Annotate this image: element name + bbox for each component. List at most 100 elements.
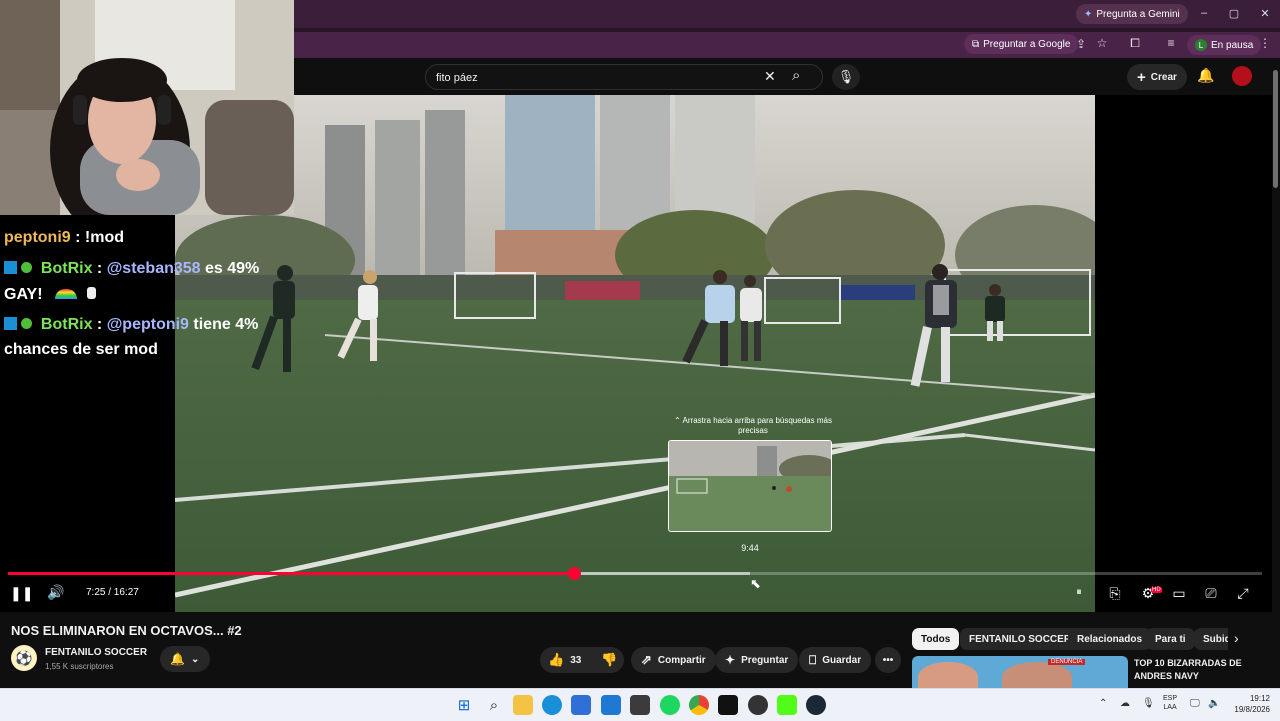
subscription-bell-button[interactable]: 🔔 ⌄: [160, 646, 210, 672]
spotify-icon[interactable]: [660, 695, 680, 715]
save-button[interactable]: ⎕ Guardar: [799, 647, 872, 673]
search-taskbar-icon[interactable]: ⌕: [484, 695, 504, 715]
channel-name[interactable]: FENTANILO SOCCER: [45, 647, 147, 658]
chips-next-icon[interactable]: ›: [1234, 630, 1239, 646]
app-icon[interactable]: [630, 695, 650, 715]
recommendation-title[interactable]: TOP 10 BIZARRADAS DE ANDRES NAVY: [1134, 657, 1264, 683]
preview-scene: [669, 441, 831, 531]
create-label: Crear: [1150, 71, 1177, 83]
search-input[interactable]: [434, 68, 758, 88]
webcam-scene: [0, 0, 294, 215]
like-button[interactable]: 👍 33: [548, 652, 581, 668]
user-avatar[interactable]: [1232, 66, 1252, 86]
microphone-icon[interactable]: 🎙: [1142, 698, 1155, 709]
network-icon[interactable]: 🖵: [1190, 698, 1200, 709]
seek-hint-text: Arrastra hacia arriba para búsquedas más…: [682, 416, 832, 435]
cast-icon[interactable]: ⎚: [1200, 585, 1222, 602]
file-explorer-icon[interactable]: [513, 695, 533, 715]
moderator-badge-icon: [4, 317, 17, 330]
video-scene: [175, 95, 1095, 612]
edge-icon[interactable]: [542, 695, 562, 715]
clear-search-icon[interactable]: ✕: [764, 68, 776, 85]
search-box[interactable]: ✕ ⌕: [425, 64, 823, 90]
ask-label: Preguntar: [741, 654, 789, 666]
share-button[interactable]: ⇗ Compartir: [631, 647, 716, 673]
kick-icon[interactable]: [777, 695, 797, 715]
chip-uploaded[interactable]: Subid: [1194, 628, 1228, 650]
chat-message: BotRix : @steban358 es 49%: [4, 260, 259, 278]
close-window-button[interactable]: ✕: [1255, 7, 1275, 20]
steam-icon[interactable]: [806, 695, 826, 715]
maximize-button[interactable]: ▢: [1224, 7, 1244, 20]
verified-badge-icon: [21, 318, 33, 329]
chip-related[interactable]: Relacionados: [1068, 628, 1152, 650]
bell-icon: 🔔: [170, 652, 185, 666]
clock[interactable]: 19:12 19/8/2026: [1226, 693, 1270, 715]
scrollbar-thumb[interactable]: [1273, 70, 1278, 188]
sparkle-icon: ✦: [725, 653, 736, 667]
subtitles-icon[interactable]: ⎘: [1104, 585, 1126, 602]
miniplayer-icon[interactable]: ▭: [1168, 585, 1190, 602]
notifications-bell-icon[interactable]: 🔔: [1197, 67, 1214, 84]
fullscreen-icon[interactable]: ⤢: [1232, 585, 1254, 602]
thumbs-up-icon: 👍: [548, 652, 565, 667]
ask-google-label: Preguntar a Google: [983, 38, 1071, 50]
like-count: 33: [570, 654, 582, 666]
seek-preview-time: 9:44: [741, 543, 759, 553]
chip-for-you[interactable]: Para ti: [1146, 628, 1195, 650]
more-actions-button[interactable]: •••: [875, 647, 901, 673]
chat-message-continued: chances de ser mod: [4, 341, 158, 359]
chrome-icon[interactable]: [689, 695, 709, 715]
outlook-icon[interactable]: [601, 695, 621, 715]
hand-emote-icon: [87, 287, 97, 299]
recommendation-thumbnail[interactable]: DENUNCIA: [912, 656, 1128, 688]
thumbs-down-icon: 👎: [601, 652, 618, 667]
menu-kebab-icon[interactable]: ⋮: [1256, 36, 1274, 50]
chat-mention: @steban358: [106, 260, 201, 277]
install-app-icon[interactable]: ⇪: [1072, 37, 1090, 51]
volume-icon[interactable]: 🔊: [45, 584, 67, 601]
media-controls-icon[interactable]: ≡: [1162, 36, 1180, 50]
autoplay-toggle-icon[interactable]: ⏸: [1068, 586, 1090, 599]
onedrive-icon[interactable]: ☁: [1120, 698, 1130, 709]
voice-search-icon[interactable]: 🎙: [832, 64, 860, 90]
chat-mention: @peptoni9: [106, 316, 189, 333]
store-icon[interactable]: [571, 695, 591, 715]
windows-start-icon[interactable]: ⊞: [454, 695, 474, 715]
chat-text: !mod: [84, 229, 124, 246]
chip-channel[interactable]: FENTANILO SOCCER: [960, 628, 1081, 650]
windows-taskbar: ⊞ ⌕ ⌃ ☁ 🎙 ESP LAA 🖵 🔈 19:12 19/8/2026: [0, 688, 1280, 721]
video-frame[interactable]: [175, 95, 1095, 612]
language-indicator[interactable]: ESP LAA: [1163, 694, 1177, 712]
share-label: Compartir: [657, 654, 706, 666]
bookmark-star-icon[interactable]: ☆: [1093, 36, 1111, 50]
ask-google-button[interactable]: ⧉ Preguntar a Google: [964, 34, 1079, 54]
share-arrow-icon: ⇗: [641, 652, 652, 667]
rainbow-emote-icon: [54, 289, 77, 299]
channel-avatar[interactable]: ⚽: [11, 645, 37, 671]
capcut-icon[interactable]: [718, 695, 738, 715]
ask-button[interactable]: ✦ Preguntar: [715, 647, 799, 673]
chat-separator: :: [70, 229, 85, 246]
lens-icon: ⧉: [972, 38, 980, 50]
thumb-face: [1002, 662, 1072, 688]
profile-button[interactable]: L En pausa: [1187, 35, 1262, 55]
create-button[interactable]: + Crear: [1127, 64, 1187, 90]
minimize-button[interactable]: –: [1194, 7, 1214, 19]
mouse-cursor-icon: ⬉: [750, 576, 761, 591]
progress-played: [8, 572, 574, 575]
tray-chevron-icon[interactable]: ⌃: [1099, 698, 1107, 709]
chip-all[interactable]: Todos: [912, 628, 960, 650]
gemini-label: Pregunta a Gemini: [1096, 8, 1180, 20]
gemini-button[interactable]: ✦ Pregunta a Gemini: [1076, 4, 1188, 24]
search-icon[interactable]: ⌕: [792, 67, 800, 84]
pause-icon[interactable]: ❚❚: [10, 585, 33, 602]
chat-username: peptoni9: [4, 229, 71, 246]
obs-icon[interactable]: [748, 695, 768, 715]
dislike-button[interactable]: 👎: [601, 652, 617, 668]
gemini-icon: ✦: [1084, 8, 1093, 20]
speaker-icon[interactable]: 🔈: [1208, 698, 1220, 709]
extensions-icon[interactable]: ⧠: [1126, 36, 1144, 51]
scrubber-handle[interactable]: [567, 567, 581, 580]
chat-message: peptoni9 : !mod: [4, 229, 124, 247]
